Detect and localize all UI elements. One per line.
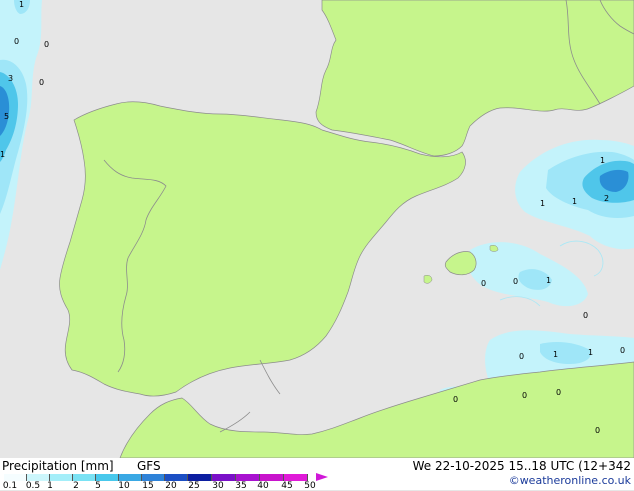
legend-color-bar (4, 474, 308, 481)
contour-label: 1 (588, 348, 594, 357)
contour-label: 0 (44, 40, 50, 49)
legend-swatch (73, 474, 96, 481)
contour-label: 1 (0, 150, 6, 159)
contour-label: 1 (572, 197, 578, 206)
contour-label: 1 (546, 276, 552, 285)
valid-time: We 22-10-2025 15..18 UTC (12+342 (412, 459, 631, 473)
contour-label: 5 (4, 112, 10, 121)
contour-label: 0 (519, 352, 525, 361)
precipitation-map[interactable]: 1 0 0 3 0 5 1 1 1 1 2 1 0 0 0 0 1 1 0 0 … (0, 0, 634, 458)
map-canvas (0, 0, 634, 458)
legend-swatch (212, 474, 236, 481)
legend-swatch (284, 474, 308, 481)
legend-swatch (165, 474, 188, 481)
contour-label: 0 (481, 279, 487, 288)
legend-overflow-arrow (316, 473, 328, 481)
legend-swatch (27, 474, 50, 481)
contour-label: 0 (14, 37, 20, 46)
contour-label: 1 (600, 156, 606, 165)
legend-swatch (188, 474, 212, 481)
legend-swatch (142, 474, 165, 481)
contour-label: 0 (556, 388, 562, 397)
legend-title: Precipitation [mm] (2, 459, 114, 473)
credit-link[interactable]: ©weatheronline.co.uk (509, 474, 631, 487)
contour-label: 1 (553, 350, 559, 359)
contour-label: 3 (8, 74, 14, 83)
legend-swatch (4, 474, 27, 481)
contour-label: 1 (19, 0, 25, 9)
contour-label: 2 (604, 194, 610, 203)
contour-label: 0 (522, 391, 528, 400)
model-name: GFS (137, 459, 161, 473)
contour-label: 0 (620, 346, 626, 355)
legend-swatch (260, 474, 284, 481)
contour-label: 0 (595, 426, 601, 435)
legend-swatch (96, 474, 119, 481)
legend-swatch (119, 474, 142, 481)
contour-label: 0 (513, 277, 519, 286)
legend-swatch (236, 474, 260, 481)
contour-label: 1 (540, 199, 546, 208)
contour-label: 0 (39, 78, 45, 87)
contour-label: 0 (583, 311, 589, 320)
legend-swatch (50, 474, 73, 481)
contour-label: 0 (453, 395, 459, 404)
